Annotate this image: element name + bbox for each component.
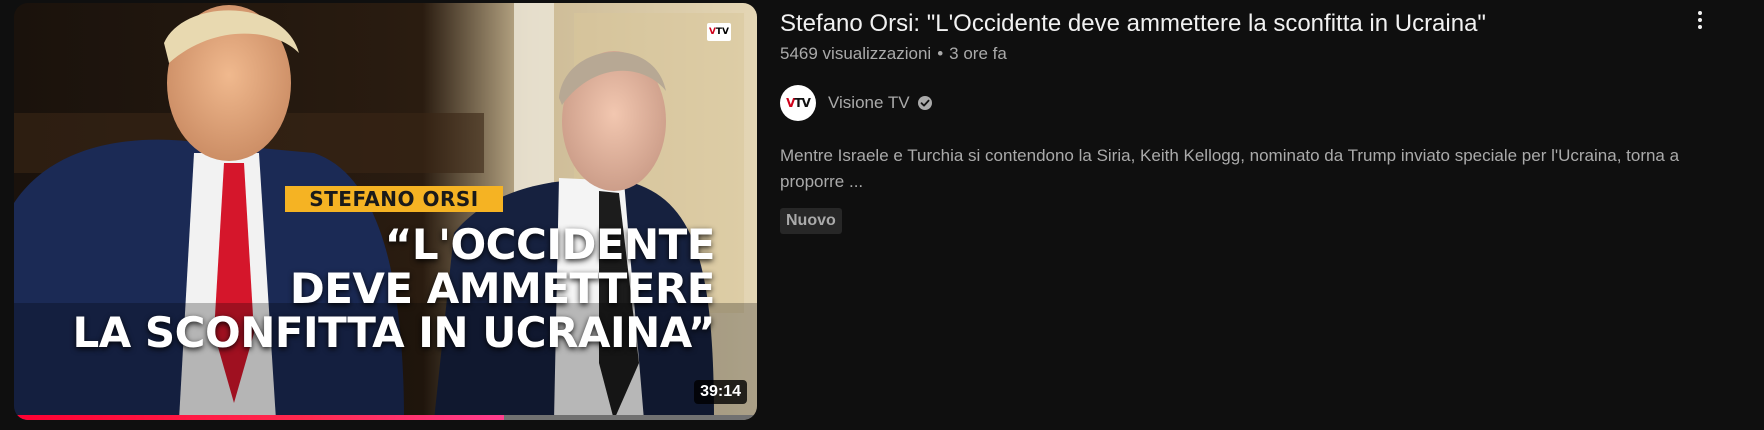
channel-info[interactable]: VTV Visione TV <box>780 85 933 121</box>
video-metadata: 5469 visualizzazioni • 3 ore fa <box>780 42 1007 66</box>
watch-progress-fill <box>14 415 505 420</box>
quote-line-3: LA SCONFITTA IN UCRAINA” <box>72 308 716 357</box>
video-title[interactable]: Stefano Orsi: "L'Occidente deve ammetter… <box>780 8 1660 40</box>
more-vert-icon <box>1698 11 1702 29</box>
new-badge: Nuovo <box>780 208 842 234</box>
meta-separator: • <box>937 44 944 63</box>
thumbnail-name-banner: STEFANO ORSI <box>285 186 503 212</box>
quote-line-1: “L'OCCIDENTE <box>384 220 716 269</box>
channel-avatar[interactable]: VTV <box>780 85 816 121</box>
verified-check-icon <box>917 96 932 110</box>
upload-age: 3 ore fa <box>949 44 1007 63</box>
action-menu-button[interactable] <box>1682 2 1718 38</box>
channel-logo-watermark: VTV <box>707 23 731 41</box>
video-result: VTV STEFANO ORSI “L'OCCIDENTE DEVE AMMET… <box>0 0 1764 430</box>
avatar-logo: VTV <box>786 96 811 110</box>
thumbnail-quote: “L'OCCIDENTE DEVE AMMETTERE LA SCONFITTA… <box>15 220 716 357</box>
channel-name[interactable]: Visione TV <box>828 93 910 113</box>
quote-line-2: DEVE AMMETTERE <box>289 264 716 313</box>
watch-progress-bar <box>14 415 757 420</box>
video-description-snippet: Mentre Israele e Turchia si contendono l… <box>780 146 1680 191</box>
view-count: 5469 visualizzazioni <box>780 44 932 63</box>
duration-badge: 39:14 <box>694 380 747 404</box>
video-thumbnail[interactable]: VTV STEFANO ORSI “L'OCCIDENTE DEVE AMMET… <box>14 3 757 420</box>
